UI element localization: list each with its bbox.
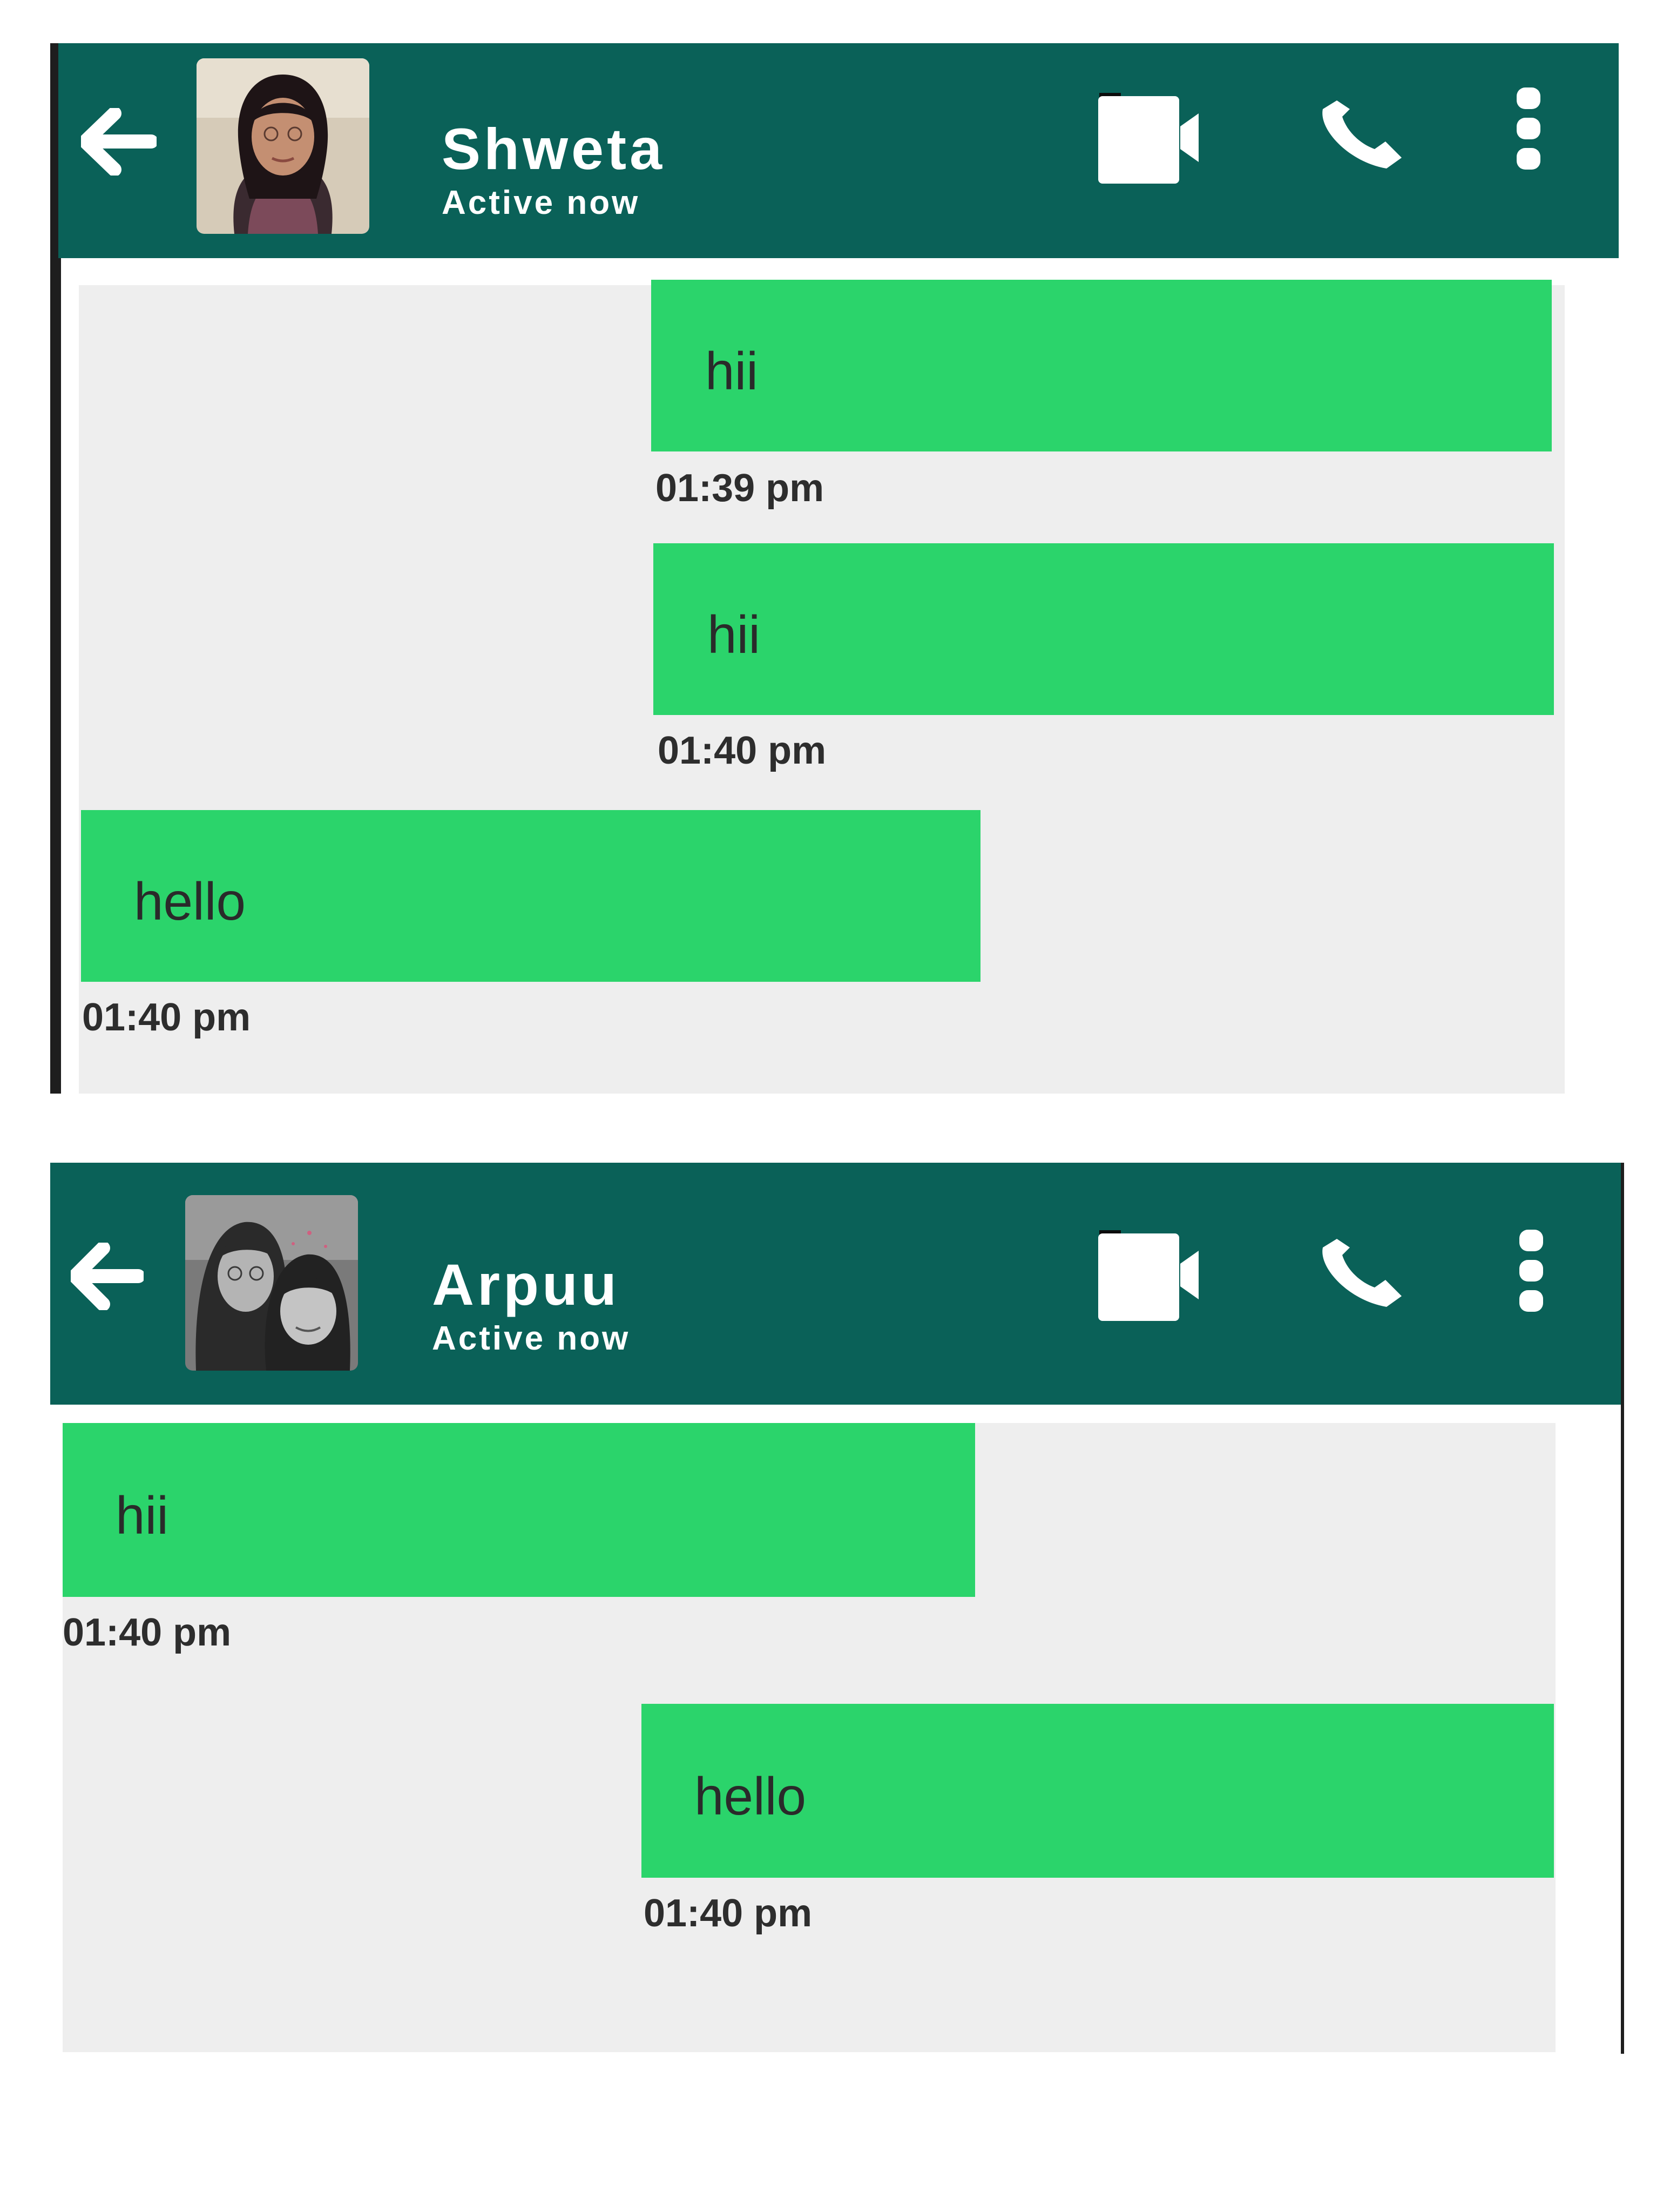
avatar[interactable] xyxy=(197,58,369,234)
back-arrow-icon[interactable] xyxy=(71,1243,144,1310)
avatar[interactable] xyxy=(185,1195,358,1371)
phone-icon[interactable] xyxy=(1316,97,1411,173)
chat-message-area: hii 01:40 pm hello 01:40 pm xyxy=(63,1423,1556,2052)
message-bubble-received[interactable] xyxy=(63,1423,975,1597)
message-text: hii xyxy=(707,605,761,664)
message-text: hii xyxy=(705,341,759,401)
message-bubble-sent[interactable] xyxy=(651,280,1552,451)
message-timestamp: 01:40 pm xyxy=(82,996,251,1039)
message-timestamp: 01:40 pm xyxy=(658,729,827,772)
phone-icon[interactable] xyxy=(1316,1236,1411,1311)
message-text: hello xyxy=(134,872,246,931)
contact-name: Shweta xyxy=(442,116,666,181)
message-text: hello xyxy=(694,1766,807,1826)
contact-status: Active now xyxy=(432,1320,631,1357)
message-timestamp: 01:40 pm xyxy=(63,1611,232,1654)
back-arrow-icon[interactable] xyxy=(81,108,157,176)
window-right-edge xyxy=(1621,1163,1624,2054)
video-camera-icon[interactable] xyxy=(1095,1230,1203,1322)
contact-name: Arpuu xyxy=(432,1252,620,1317)
contact-status: Active now xyxy=(442,184,640,221)
message-timestamp: 01:39 pm xyxy=(655,467,824,510)
chat-header: Shweta Active now xyxy=(58,43,1619,258)
chat-window-arpuu: Arpuu Active now hii 01:40 pm hello 01:4… xyxy=(0,1161,1677,2079)
message-bubble-sent[interactable] xyxy=(653,543,1554,715)
chat-header: Arpuu Active now xyxy=(50,1163,1621,1405)
more-vertical-icon[interactable] xyxy=(1518,1228,1545,1314)
message-timestamp: 01:40 pm xyxy=(644,1892,813,1935)
chat-window-shweta: Shweta Active now hii 01:39 pm hii 01:40… xyxy=(0,0,1677,1102)
more-vertical-icon[interactable] xyxy=(1515,85,1542,172)
chat-message-area: hii 01:39 pm hii 01:40 pm hello 01:40 pm xyxy=(79,280,1565,1094)
video-camera-icon[interactable] xyxy=(1095,93,1203,185)
message-text: hii xyxy=(116,1486,169,1545)
